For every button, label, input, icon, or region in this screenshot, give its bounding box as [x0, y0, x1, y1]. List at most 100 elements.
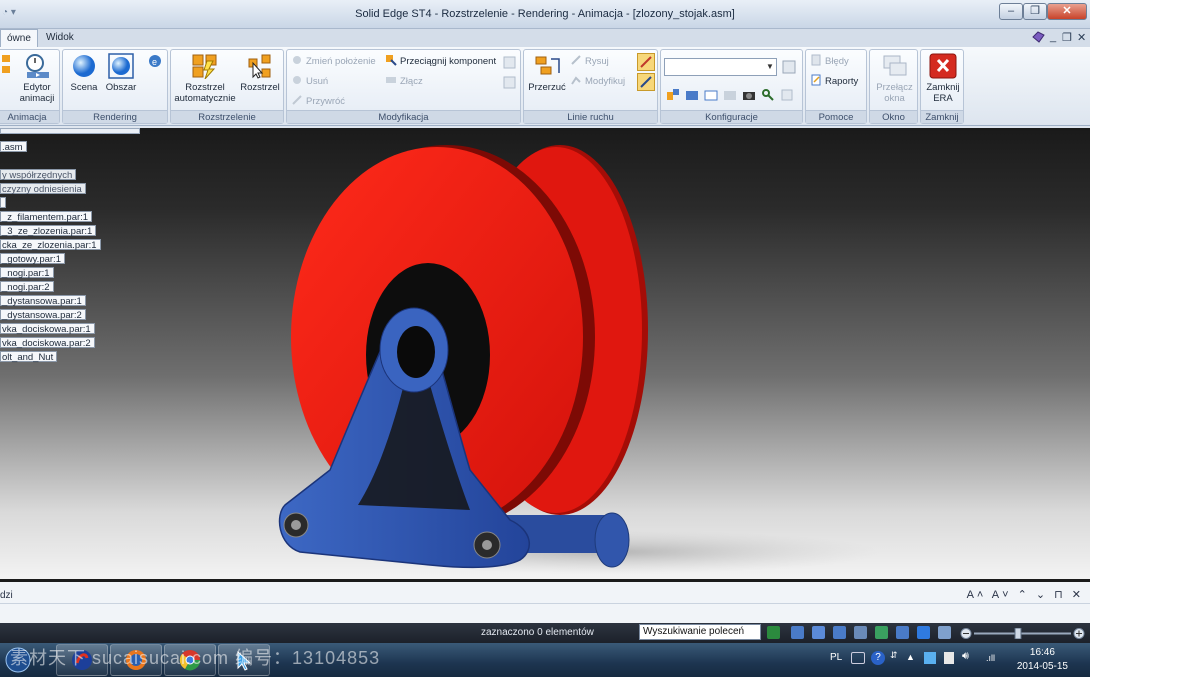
- assembly-tree-item[interactable]: _3_ze_zlozenia.par:1: [0, 225, 97, 237]
- config-tool-1-icon[interactable]: [665, 87, 681, 103]
- key-icon[interactable]: [760, 87, 776, 103]
- usun-button[interactable]: Usuń: [291, 74, 328, 90]
- assembly-tree-item[interactable]: [0, 197, 6, 208]
- maximize-button[interactable]: ❐: [1023, 3, 1047, 20]
- graphics-viewport[interactable]: [0, 128, 1090, 579]
- przywroc-label: Przywróć: [306, 96, 346, 107]
- pathfinder-scroll-strip[interactable]: [0, 128, 140, 134]
- windows-taskbar: 素材天下 sucaisucai.com 编号：13104853 PL ? ⇵ ▲…: [0, 643, 1090, 677]
- rozstrzel-automatycznie-button[interactable]: Rozstrzel automatycznie: [173, 53, 237, 104]
- animation-partial-icon[interactable]: [0, 55, 15, 73]
- motion-line-toggle-2-icon[interactable]: [637, 73, 655, 91]
- ribbon-restore-icon[interactable]: ❐: [1062, 31, 1072, 44]
- stand-hub-hole: [397, 326, 435, 378]
- system-tray: PL ? ⇵ ▲ 🔊︎ .ıll 16:46 2014-05-15: [820, 643, 1090, 677]
- device-icon[interactable]: [944, 652, 954, 664]
- assembly-tree-item[interactable]: _dystansowa.par:2: [0, 309, 86, 321]
- przywroc-button[interactable]: Przywróć: [291, 94, 345, 110]
- dropbox-icon[interactable]: [924, 652, 936, 664]
- close-button[interactable]: ✕: [1047, 3, 1087, 20]
- assembly-tree-item[interactable]: _nogi.par:2: [0, 281, 54, 293]
- spool-holder-model[interactable]: [0, 128, 1090, 579]
- assembly-tree-item[interactable]: _gotowy.par:1: [0, 253, 65, 265]
- zmien-polozenie-button[interactable]: Zmień położenie: [291, 54, 376, 70]
- camera-icon[interactable]: [741, 87, 757, 103]
- rysuj-button[interactable]: Rysuj: [570, 54, 609, 70]
- bottom-panel-divider: [0, 603, 1090, 604]
- obszar-button[interactable]: Obszar: [103, 53, 139, 93]
- zoom-area-icon[interactable]: [791, 626, 804, 639]
- zlacz-button[interactable]: Złącz: [385, 74, 423, 90]
- view-orient-icon[interactable]: [896, 626, 909, 639]
- pan-icon[interactable]: [854, 626, 867, 639]
- raporty-label: Raporty: [825, 76, 859, 87]
- tab-home[interactable]: ówne: [0, 29, 38, 47]
- scena-button[interactable]: Scena: [67, 53, 101, 93]
- config-tool-4-icon[interactable]: [722, 87, 738, 103]
- ribbon-close-icon[interactable]: ✕: [1077, 31, 1086, 44]
- command-search-input[interactable]: Wyszukiwanie poleceń: [639, 624, 761, 640]
- window-title: Solid Edge ST4 - Rozstrzelenie - Renderi…: [355, 8, 735, 20]
- zoom-slider-thumb[interactable]: [1014, 627, 1022, 640]
- svg-text:e: e: [152, 57, 157, 67]
- modify-option-2-icon[interactable]: [501, 74, 517, 90]
- modify-option-icon[interactable]: [501, 54, 517, 70]
- view-style-icon[interactable]: [938, 626, 951, 639]
- group-label-rendering: Rendering: [63, 110, 167, 123]
- zamknij-era-button[interactable]: Zamknij ERA: [922, 53, 964, 104]
- group-rendering: Scena Obszar e Rendering: [62, 49, 168, 124]
- volume-icon[interactable]: 🔊︎: [962, 650, 969, 663]
- tab-widok[interactable]: Widok: [40, 29, 80, 47]
- assembly-tree-item[interactable]: cka_ze_zlozenia.par:1: [0, 239, 101, 251]
- clock-time: 16:46: [1029, 647, 1055, 658]
- assembly-tree-item[interactable]: _z_filamentem.par:1: [0, 211, 93, 223]
- network-small-icon[interactable]: ⇵: [890, 650, 898, 661]
- assembly-tree-item[interactable]: _dystansowa.par:1: [0, 295, 86, 307]
- minimize-button[interactable]: –: [999, 3, 1023, 20]
- przelacz-okna-button[interactable]: Przełącz okna: [872, 53, 917, 104]
- configuration-combo[interactable]: ▼: [664, 58, 777, 76]
- assembly-tree-item[interactable]: olt_and_Nut: [0, 351, 58, 363]
- help-tray-icon[interactable]: ?: [871, 651, 885, 665]
- show-hidden-icons[interactable]: ▲: [906, 652, 915, 662]
- config-tool-3-icon[interactable]: [703, 87, 719, 103]
- rysuj-label: Rysuj: [585, 56, 609, 67]
- bottom-panel-controls[interactable]: A˄ A˅ ⌃ ⌄ ⊓ ✕: [967, 588, 1084, 601]
- assembly-tree-item[interactable]: .asm: [0, 141, 27, 153]
- raporty-button[interactable]: Raporty: [810, 74, 858, 90]
- shaded-view-icon[interactable]: [917, 626, 930, 639]
- clock[interactable]: 16:46 2014-05-15: [1017, 646, 1068, 674]
- assembly-tree-item[interactable]: _nogi.par:1: [0, 267, 54, 279]
- assembly-tree-item[interactable]: czyzny odniesienia: [0, 183, 86, 195]
- config-tool-2-icon[interactable]: [684, 87, 700, 103]
- przeciagnij-komponent-button[interactable]: Przeciągnij komponent: [385, 54, 496, 70]
- chevron-down-icon[interactable]: ▼: [764, 59, 776, 75]
- assembly-tree-item[interactable]: vka_dociskowa.par:1: [0, 323, 95, 335]
- motion-line-toggle-icon[interactable]: [637, 53, 655, 71]
- refresh-icon[interactable]: [767, 626, 780, 639]
- drag-component-icon: [385, 54, 397, 66]
- render-settings-icon[interactable]: e: [147, 53, 163, 69]
- help-icon[interactable]: [1032, 31, 1045, 46]
- bolt-right-nut: [482, 540, 492, 550]
- modyfikuj-button[interactable]: Modyfikuj: [570, 74, 625, 90]
- zoom-slider[interactable]: [960, 627, 1085, 640]
- bottom-panel-title: dzi: [0, 590, 13, 601]
- config-tool-7-icon[interactable]: [779, 87, 795, 103]
- ribbon-minimize-icon[interactable]: _: [1050, 31, 1056, 43]
- bledy-label: Błędy: [825, 56, 849, 67]
- keyboard-icon[interactable]: [851, 652, 865, 664]
- assembly-tree-item[interactable]: y współrzędnych: [0, 169, 77, 181]
- zoom-icon[interactable]: [812, 626, 825, 639]
- edytor-animacji-button[interactable]: Edytor animacji: [15, 53, 59, 104]
- save-configuration-icon[interactable]: [781, 59, 797, 75]
- fit-icon[interactable]: [833, 626, 846, 639]
- bledy-button[interactable]: Błędy: [810, 54, 849, 70]
- przerzuc-button[interactable]: Przerzuć: [526, 53, 568, 93]
- rozstrzel-button[interactable]: Rozstrzel: [239, 53, 281, 93]
- language-indicator[interactable]: PL: [830, 652, 842, 663]
- assembly-tree-item[interactable]: vka_dociskowa.par:2: [0, 337, 95, 349]
- signal-icon[interactable]: .ıll: [986, 653, 995, 663]
- rotate-icon[interactable]: [875, 626, 888, 639]
- remove-icon: [291, 74, 303, 86]
